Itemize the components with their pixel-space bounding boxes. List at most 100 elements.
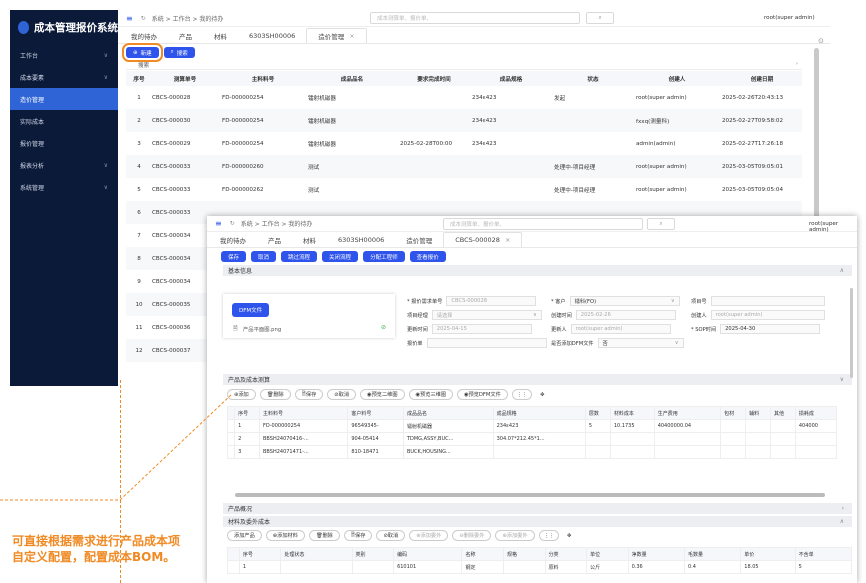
tab-material[interactable]: 材料 — [292, 232, 327, 247]
search-toggle-button[interactable]: ⌕ 搜索 — [163, 47, 195, 58]
save-button[interactable]: 🗎 保存 — [294, 389, 324, 400]
close-icon[interactable]: × — [349, 32, 354, 40]
table-row[interactable]: 1 CBCS-000028 FD-000000254 镭射机磁器 234ε423 发起 ro… — [126, 86, 802, 109]
new-button[interactable]: ⊕ 新建 — [122, 43, 163, 62]
column-header[interactable]: 处理状态 — [280, 547, 353, 561]
tab-product[interactable]: 产品 — [168, 28, 203, 43]
refresh-icon[interactable]: ↻ — [141, 15, 146, 22]
tab-todo[interactable]: 我的待办 — [209, 232, 257, 247]
columns-icon[interactable]: ⋮⋮ — [511, 389, 533, 400]
column-header[interactable]: 主料料号 — [258, 406, 349, 420]
table-row[interactable]: 3 CBCS-000029 FD-000000254 镭射机磁器 2025-02-28T… — [126, 132, 802, 155]
table-row[interactable]: 3 BBSH24071471-... 810-18471 BUCK,HOUSING..… — [226, 445, 838, 459]
table-row[interactable]: 5 CBCS-000033 FD-000000262 测试 处理中-项目经理 root(s… — [126, 178, 802, 201]
sidebar-item-reports[interactable]: 报表分析 ∨ — [10, 154, 118, 176]
save-button[interactable]: 🗎 保存 — [343, 530, 373, 541]
column-header[interactable]: 客户料号 — [347, 406, 404, 420]
view-quote-button[interactable]: 查看报价 — [409, 251, 446, 262]
table-row[interactable]: 2 CBCS-000030 FD-000000254 镭射机磁器 234ε423 fxxq… — [126, 109, 802, 132]
column-header[interactable]: 毛数量 — [683, 547, 742, 561]
section-overview[interactable]: 产品概况 › — [223, 503, 852, 514]
column-header[interactable]: 净数量 — [627, 547, 685, 561]
section-material[interactable]: 材料及委外成本 ∧ — [223, 516, 852, 527]
section-basic-info[interactable]: 基本信息 ∧ — [223, 265, 852, 276]
column-header[interactable]: 编码 — [393, 547, 463, 561]
column-header[interactable]: 创建日期 — [718, 71, 802, 86]
cancel-button[interactable]: ⊘ 取消 — [327, 389, 357, 400]
tab-cost-management[interactable]: 造价管理 — [395, 232, 443, 247]
cancel-button[interactable]: 取消 — [251, 251, 277, 262]
column-header[interactable]: 规格 — [503, 547, 546, 561]
row-checkbox[interactable] — [226, 445, 236, 459]
columns-icon[interactable]: ⋮⋮ — [538, 530, 559, 541]
column-header[interactable]: 包材 — [720, 406, 747, 420]
table-row[interactable]: 1 FD-000000254 96549345- 镭射机磁器 234ε423 5 10.17… — [226, 419, 838, 433]
sidebar-item-cost-management[interactable]: 造价管理 — [10, 88, 118, 110]
close-icon[interactable]: × — [505, 236, 510, 244]
refresh-icon[interactable]: ↻ — [230, 220, 235, 227]
column-header[interactable]: 序号 — [238, 547, 282, 561]
column-header[interactable]: 成品品名 — [402, 406, 494, 420]
tab-cost-management[interactable]: 造价管理 × — [306, 28, 367, 43]
column-header[interactable]: 单价 — [740, 547, 796, 561]
column-header[interactable]: 类别 — [351, 547, 395, 561]
column-header[interactable]: 成品规格 — [468, 71, 550, 86]
add-button[interactable]: ⊕ 添加 — [227, 389, 256, 400]
move-icon[interactable]: ✥ — [536, 389, 549, 400]
sidebar-item-quote[interactable]: 报价管理 — [10, 132, 118, 154]
column-header[interactable] — [226, 406, 236, 420]
cancel-button[interactable]: ⊘ 取消 — [376, 530, 406, 541]
tab-cbcs-000028[interactable]: CBCS-000028 × — [443, 232, 523, 247]
table-row[interactable]: 1 610101 钢定 原料 公斤 0.36 0.4 18.05 5 — [227, 560, 853, 574]
column-header[interactable]: 单位 — [586, 547, 629, 561]
column-header[interactable]: 成品品名 — [304, 71, 396, 86]
column-header[interactable]: 其他 — [769, 406, 796, 420]
tab-todo[interactable]: 我的待办 — [120, 28, 168, 43]
column-header[interactable]: 成品规格 — [492, 406, 586, 420]
column-header[interactable]: 状态 — [550, 71, 632, 86]
column-header[interactable]: 层数 — [584, 406, 611, 420]
user-name[interactable]: root(super admin) — [764, 15, 815, 21]
detail-search-input[interactable]: 成本测算单、报价单、 — [443, 218, 643, 230]
assign-engineer-button[interactable]: 分配工程师 — [363, 251, 405, 262]
settings-icon[interactable]: ⊙ — [818, 37, 824, 45]
add-product-button[interactable]: 添加产品 — [227, 530, 262, 541]
menu-icon[interactable]: ≡ — [126, 14, 133, 23]
add-outsource-button[interactable]: ⊕ 添加委外 — [409, 530, 449, 541]
move-icon[interactable]: ✥ — [562, 530, 576, 541]
column-header[interactable]: 损耗成 — [794, 406, 838, 420]
column-header[interactable]: 创建人 — [632, 71, 718, 86]
sidebar-item-cost-elements[interactable]: 成本要素 ∨ — [10, 66, 118, 88]
column-header[interactable]: 不含单 — [794, 547, 853, 561]
column-header[interactable] — [227, 547, 240, 561]
column-header[interactable]: 材料成本 — [609, 406, 655, 420]
save-button[interactable]: 保存 — [221, 251, 247, 262]
tab-6303sh00006[interactable]: 6303SH00006 — [327, 232, 395, 247]
dfm-file-button[interactable]: DFM文件 — [232, 303, 270, 317]
detail-search-button[interactable]: ⌕ — [647, 218, 675, 230]
menu-icon[interactable]: ≡ — [215, 219, 222, 228]
row-checkbox[interactable] — [227, 560, 240, 574]
column-header[interactable]: 分类 — [544, 547, 588, 561]
delete-outsource-button[interactable]: ⊖ 删除委外 — [452, 530, 492, 541]
table-row[interactable]: 4 CBCS-000033 FD-000000260 测试 处理中-项目经理 root(s… — [126, 155, 802, 178]
delete-button[interactable]: 🗑 删除 — [308, 530, 340, 541]
skip-flow-button[interactable]: 跳过流程 — [281, 251, 318, 262]
column-header[interactable]: 名称 — [461, 547, 505, 561]
column-header[interactable]: 要求完成时间 — [396, 71, 468, 86]
column-header[interactable]: 序号 — [126, 71, 148, 86]
add-outsource-2-button[interactable]: ⊕ 添加委外 — [495, 530, 535, 541]
column-header[interactable]: 序号 — [234, 406, 260, 420]
table-row[interactable]: 2 BBSH24070416-... 904-05414 TDMG,ASSY,BUC.… — [226, 432, 838, 446]
sidebar-item-system[interactable]: 系统管理 ∨ — [10, 176, 118, 198]
row-checkbox[interactable] — [226, 432, 236, 446]
preview-dfm-button[interactable]: ◉ 预览DFM文件 — [457, 389, 508, 400]
column-header[interactable]: 辅料 — [745, 406, 771, 420]
add-material-button[interactable]: ⊕ 添加材料 — [265, 530, 305, 541]
tab-product[interactable]: 产品 — [257, 232, 292, 247]
column-header[interactable]: 主料料号 — [218, 71, 304, 86]
tab-material[interactable]: 材料 — [203, 28, 238, 43]
horizontal-scrollbar[interactable] — [235, 493, 825, 497]
search-input[interactable]: 成本测算单、报价单、 — [370, 12, 580, 24]
dfm-file-name[interactable]: 产品平面图.png — [243, 325, 281, 333]
